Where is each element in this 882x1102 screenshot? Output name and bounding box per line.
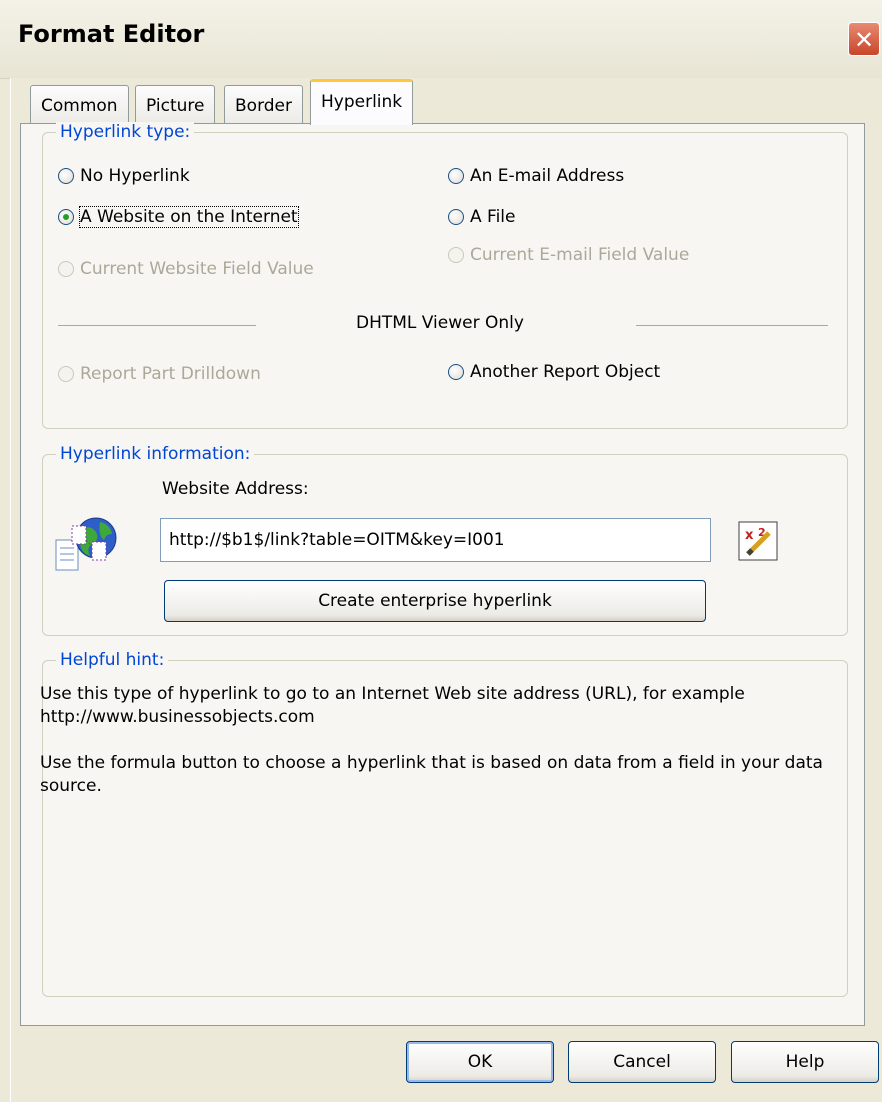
tab-picture[interactable]: Picture bbox=[135, 85, 216, 123]
separator-right bbox=[636, 325, 828, 326]
tab-label: Picture bbox=[146, 96, 205, 116]
formula-button[interactable]: x 2 bbox=[738, 521, 778, 561]
radio-label: Another Report Object bbox=[470, 362, 661, 382]
radio-dot bbox=[448, 209, 464, 225]
helpful-hint-legend: Helpful hint: bbox=[56, 650, 169, 670]
ok-button[interactable]: OK bbox=[406, 1041, 554, 1083]
title-bar: Format Editor ✕ bbox=[0, 0, 882, 79]
helpful-hint-text: Use this type of hyperlink to go to an I… bbox=[40, 683, 830, 821]
hyperlink-type-legend: Hyperlink type: bbox=[56, 122, 195, 142]
window-title: Format Editor bbox=[18, 20, 205, 48]
help-button[interactable]: Help bbox=[731, 1041, 879, 1083]
radio-label: Current E-mail Field Value bbox=[470, 245, 690, 265]
svg-text:x: x bbox=[745, 528, 754, 543]
hint-paragraph-2: Use the formula button to choose a hyper… bbox=[40, 753, 823, 796]
tab-common[interactable]: Common bbox=[30, 85, 129, 123]
create-enterprise-hyperlink-button[interactable]: Create enterprise hyperlink bbox=[164, 580, 706, 622]
radio-dot bbox=[58, 366, 74, 382]
tab-hyperlink[interactable]: Hyperlink bbox=[310, 79, 414, 125]
radio-dot bbox=[448, 364, 464, 380]
radio-dot bbox=[448, 168, 464, 184]
tab-border[interactable]: Border bbox=[224, 85, 303, 123]
radio-label: Report Part Drilldown bbox=[80, 364, 261, 384]
radio-dot-checked bbox=[58, 209, 74, 225]
radio-no-hyperlink[interactable]: No Hyperlink bbox=[58, 166, 190, 186]
formula-icon: x 2 bbox=[738, 521, 778, 561]
hyperlink-info-legend: Hyperlink information: bbox=[56, 444, 255, 464]
radio-file[interactable]: A File bbox=[448, 207, 515, 227]
radio-website[interactable]: A Website on the Internet bbox=[58, 206, 299, 228]
radio-label: An E-mail Address bbox=[470, 166, 625, 186]
radio-label: Current Website Field Value bbox=[80, 259, 314, 279]
hint-paragraph-1: Use this type of hyperlink to go to an I… bbox=[40, 684, 745, 727]
radio-report-part-drilldown: Report Part Drilldown bbox=[58, 364, 261, 384]
radio-another-report-object[interactable]: Another Report Object bbox=[448, 362, 660, 382]
radio-email-field-value: Current E-mail Field Value bbox=[448, 245, 689, 265]
close-button[interactable]: ✕ bbox=[848, 22, 880, 56]
radio-dot bbox=[58, 261, 74, 277]
radio-label: A File bbox=[470, 207, 516, 227]
website-address-input[interactable]: http://$b1$/link?table=OITM&key=I001 bbox=[160, 518, 711, 562]
separator-left bbox=[58, 325, 256, 326]
radio-website-field-value: Current Website Field Value bbox=[58, 259, 314, 279]
tab-label: Border bbox=[235, 96, 292, 116]
close-icon: ✕ bbox=[853, 26, 875, 54]
website-address-label: Website Address: bbox=[162, 479, 309, 499]
radio-dot bbox=[448, 247, 464, 263]
globe-icon bbox=[52, 510, 122, 574]
dhtml-viewer-only-label: DHTML Viewer Only bbox=[356, 313, 524, 333]
tab-label: Common bbox=[41, 96, 118, 116]
cancel-button[interactable]: Cancel bbox=[568, 1041, 716, 1083]
radio-dot bbox=[58, 168, 74, 184]
radio-label: A Website on the Internet bbox=[79, 206, 299, 228]
radio-email-address[interactable]: An E-mail Address bbox=[448, 166, 624, 186]
tab-label: Hyperlink bbox=[321, 92, 403, 112]
radio-label: No Hyperlink bbox=[80, 166, 190, 186]
